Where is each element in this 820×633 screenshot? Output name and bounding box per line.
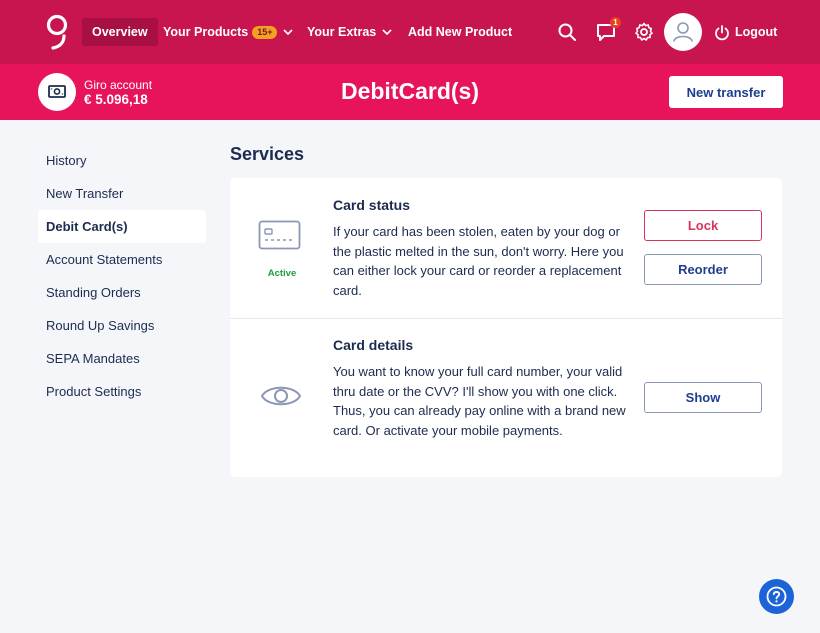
chevron-down-icon	[283, 29, 294, 36]
sidebar-item-history[interactable]: History	[38, 144, 206, 177]
sidebar-item-account-statements[interactable]: Account Statements	[38, 243, 206, 276]
sidebar-item-standing-orders[interactable]: Standing Orders	[38, 276, 206, 309]
nav-your-products-label: Your Products	[163, 25, 249, 39]
account-bar: Giro account € 5.096,18 DebitCard(s) New…	[0, 64, 820, 120]
products-count-badge: 15+	[252, 26, 278, 39]
credit-card-icon	[258, 220, 301, 250]
search-icon[interactable]	[555, 20, 579, 44]
card-status-title: Card status	[333, 197, 411, 213]
logout-button[interactable]: Logout	[713, 20, 777, 44]
brand-logo[interactable]	[44, 14, 70, 50]
messages-badge: 1	[610, 17, 621, 28]
sidebar-item-debit-cards[interactable]: Debit Card(s)	[38, 210, 206, 243]
eye-icon	[260, 386, 302, 406]
reorder-button[interactable]: Reorder	[644, 254, 762, 285]
lock-button[interactable]: Lock	[644, 210, 762, 241]
card-status-description: If your card has been stolen, eaten by y…	[333, 224, 624, 298]
nav-your-extras[interactable]: Your Extras	[307, 18, 392, 46]
chevron-down-icon	[382, 29, 392, 36]
top-navigation: Overview Your Products 15+ Your Extras Ad…	[0, 0, 820, 64]
card-status-badge: Active	[267, 268, 297, 279]
show-button[interactable]: Show	[644, 382, 762, 413]
nav-your-extras-label: Your Extras	[307, 25, 377, 39]
sidebar-item-sepa-mandates[interactable]: SEPA Mandates	[38, 342, 206, 375]
power-icon	[715, 24, 729, 40]
section-divider	[230, 318, 782, 319]
question-icon	[766, 586, 787, 607]
help-button[interactable]	[759, 579, 794, 614]
sidebar-item-product-settings[interactable]: Product Settings	[38, 375, 206, 408]
nav-your-products[interactable]: Your Products 15+	[163, 18, 294, 46]
user-icon	[673, 22, 693, 42]
services-card: Active Card status If your card has been…	[230, 178, 782, 477]
card-details-title: Card details	[333, 337, 414, 353]
user-avatar[interactable]	[664, 13, 702, 51]
sidebar-nav: History New Transfer Debit Card(s) Accou…	[38, 144, 206, 408]
logout-label: Logout	[735, 25, 778, 39]
services-heading: Services	[230, 144, 305, 164]
nav-overview[interactable]: Overview	[82, 18, 158, 46]
gear-icon[interactable]	[632, 20, 656, 44]
sidebar-item-round-up-savings[interactable]: Round Up Savings	[38, 309, 206, 342]
sidebar-item-new-transfer[interactable]: New Transfer	[38, 177, 206, 210]
nav-add-new-product[interactable]: Add New Product	[408, 18, 512, 46]
new-transfer-button[interactable]: New transfer	[669, 76, 783, 108]
card-details-description: You want to know your full card number, …	[333, 364, 626, 438]
